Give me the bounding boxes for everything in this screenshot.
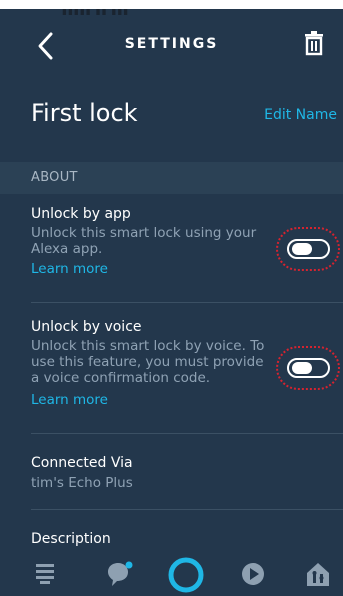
section-label: ABOUT [31, 170, 78, 185]
delete-button[interactable] [300, 29, 328, 57]
connected-via-value: tim's Echo Plus [31, 475, 133, 491]
edit-name-link[interactable]: Edit Name [264, 107, 337, 123]
devices-icon [307, 563, 329, 586]
divider [31, 433, 343, 434]
unlock-by-voice-title: Unlock by voice [31, 319, 142, 335]
unlock-by-app-description: Unlock this smart lock using your Alexa … [31, 225, 257, 257]
bottom-nav [0, 553, 343, 596]
divider [31, 302, 343, 303]
settings-screen: ▮▮▮▮▮ ▮▮ ▮▮▮ SETTINGS First lock Edit Na… [0, 9, 343, 596]
unlock-by-voice-learn-more-link[interactable]: Learn more [31, 392, 108, 408]
toggle-knob [292, 362, 312, 374]
play-nav-button[interactable] [238, 559, 268, 589]
toggle-knob [292, 243, 312, 255]
divider [31, 509, 343, 510]
home-icon [36, 564, 54, 584]
alexa-nav-button[interactable] [166, 555, 206, 595]
devices-nav-button[interactable] [303, 559, 333, 589]
trash-icon [305, 31, 323, 56]
unlock-by-app-learn-more-link[interactable]: Learn more [31, 261, 108, 277]
unlock-by-app-toggle-highlight [276, 227, 340, 271]
play-icon [242, 563, 264, 585]
communicate-icon [108, 561, 133, 586]
top-bar: SETTINGS [0, 9, 343, 73]
connected-via-title: Connected Via [31, 455, 133, 471]
device-name: First lock [31, 99, 138, 127]
alexa-icon [168, 557, 204, 593]
unlock-by-voice-description: Unlock this smart lock by voice. To use … [31, 338, 265, 386]
unlock-by-app-title: Unlock by app [31, 206, 131, 222]
unlock-by-voice-toggle[interactable] [287, 358, 330, 378]
unlock-by-voice-toggle-highlight [276, 346, 340, 390]
about-section-header: ABOUT [0, 162, 343, 194]
description-title[interactable]: Description [31, 531, 111, 547]
home-nav-button[interactable] [30, 559, 60, 589]
unlock-by-app-toggle[interactable] [287, 239, 330, 259]
page-title: SETTINGS [124, 36, 219, 52]
communicate-nav-button[interactable] [104, 559, 134, 589]
